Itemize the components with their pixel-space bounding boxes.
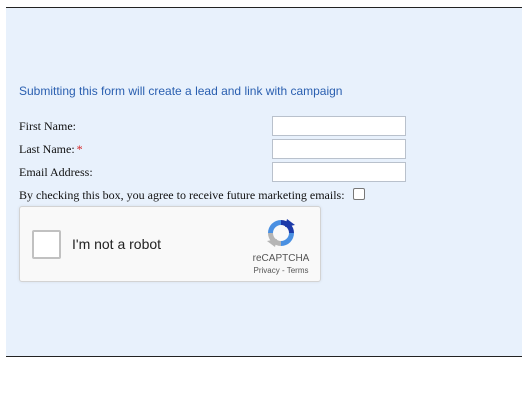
recaptcha-brand: reCAPTCHA [252, 253, 310, 264]
recaptcha-logo-icon [267, 219, 295, 247]
marketing-optin-label: By checking this box, you agree to recei… [19, 188, 345, 202]
marketing-optin-checkbox[interactable] [353, 188, 365, 200]
email-label: Email Address: [19, 165, 93, 179]
first-name-input[interactable] [272, 116, 406, 136]
form-intro: Submitting this form will create a lead … [19, 84, 343, 98]
form-panel: Submitting this form will create a lead … [6, 7, 522, 357]
recaptcha-links: Privacy - Terms [242, 266, 320, 275]
email-input[interactable] [272, 162, 406, 182]
recaptcha-privacy-link[interactable]: Privacy [254, 266, 280, 275]
last-name-label: Last Name: * [19, 142, 83, 156]
recaptcha-widget: I'm not a robot reCAPTCHA Privacy - Term… [19, 206, 321, 282]
required-marker: * [76, 142, 83, 156]
first-name-label: First Name: [19, 119, 76, 133]
recaptcha-links-separator: - [279, 266, 287, 275]
recaptcha-terms-link[interactable]: Terms [287, 266, 309, 275]
recaptcha-checkbox[interactable] [32, 230, 61, 259]
recaptcha-label: I'm not a robot [72, 236, 162, 252]
last-name-input[interactable] [272, 139, 406, 159]
